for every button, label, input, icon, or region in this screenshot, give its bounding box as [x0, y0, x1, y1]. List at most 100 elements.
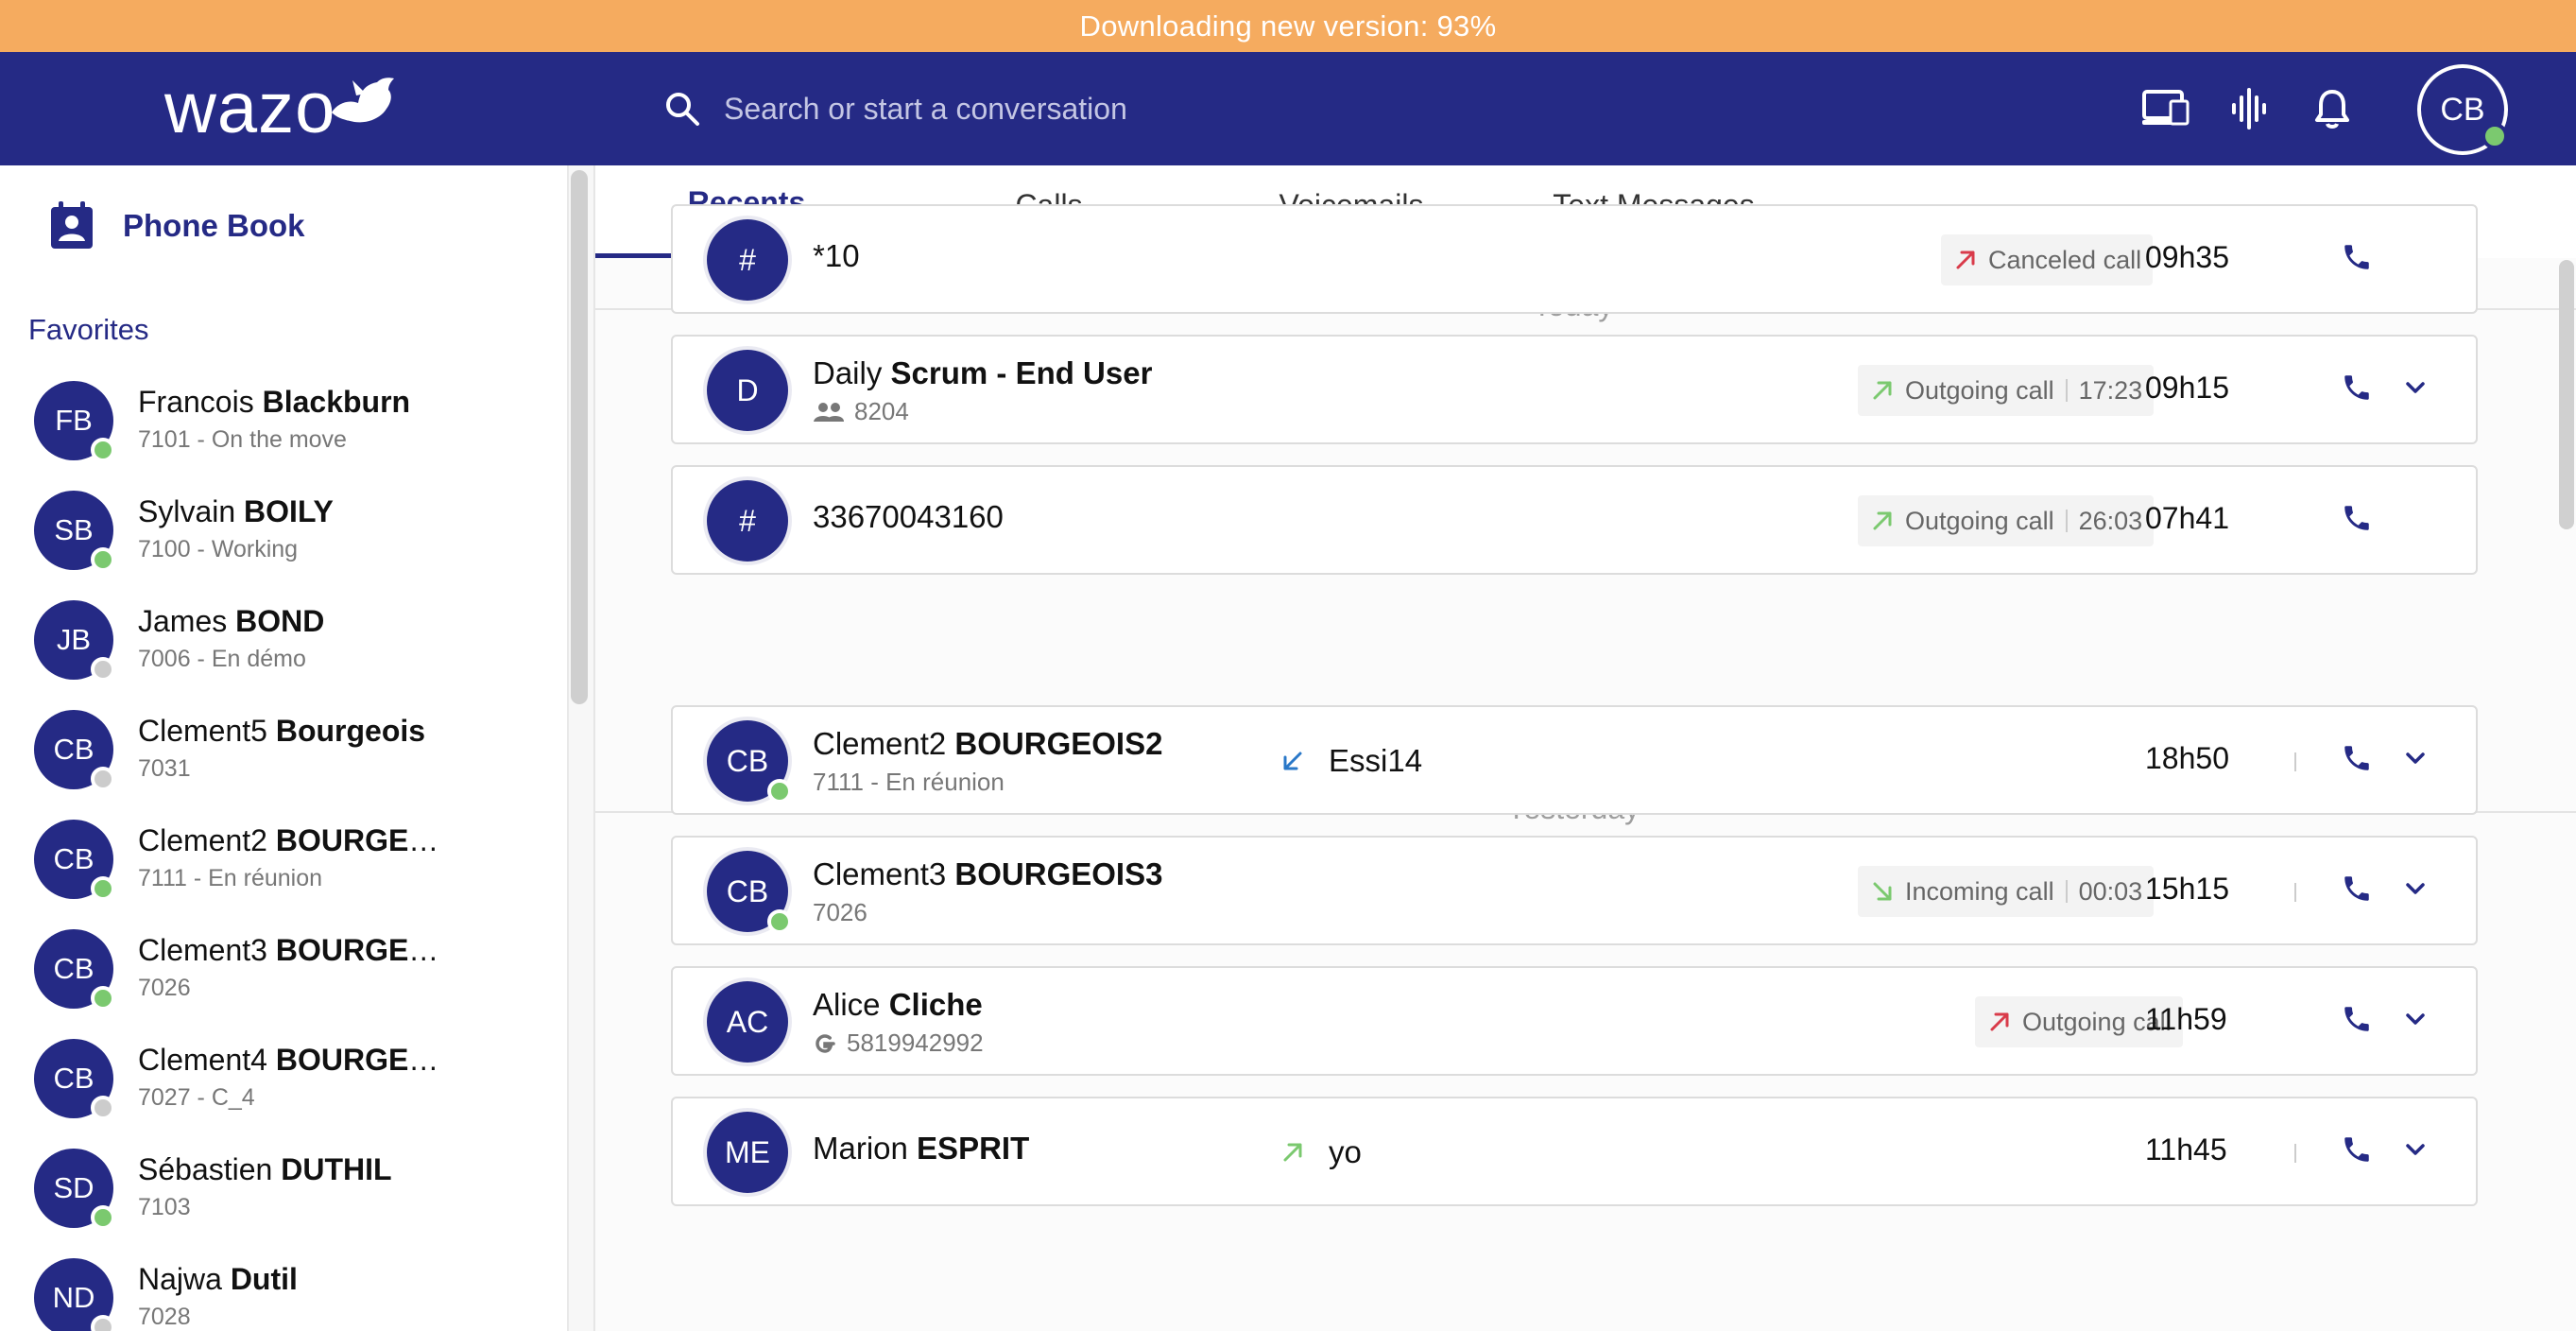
recent-call-card[interactable]: CB Clement3 BOURGEOIS3 7026 Incoming call 00…: [671, 836, 2478, 945]
contact-first-name: Clement3: [138, 933, 276, 967]
contact-extension-status: 7027 - C_4: [138, 1084, 255, 1111]
update-banner-text: Downloading new version: 93%: [1079, 9, 1497, 43]
contact-status-dot: [91, 547, 115, 572]
contact-initials: JB: [56, 623, 92, 656]
call-back-button[interactable]: [2334, 737, 2379, 783]
phone-icon: [2341, 1003, 2373, 1040]
contact-name: Sylvain BOILY: [138, 494, 334, 529]
contact-last-name: BOND: [235, 604, 325, 638]
recent-subtitle: 7026: [813, 898, 867, 927]
user-status-dot: [2482, 123, 2508, 149]
expand-button[interactable]: [2393, 998, 2438, 1044]
chevron-down-icon: [2402, 378, 2429, 402]
call-type-badge: Outgoing call 17:23: [1858, 365, 2155, 416]
recent-avatar: #: [707, 219, 788, 301]
call-arrow-icon: [1873, 511, 1892, 530]
recent-avatar-initials: CB: [726, 873, 769, 908]
wazo-logo[interactable]: wazo: [164, 69, 398, 145]
main-scrollbar-thumb[interactable]: [2559, 260, 2574, 529]
favorite-contact[interactable]: CB Clement5 Bourgeois 7031: [0, 700, 567, 810]
contact-first-name: Clement4: [138, 1043, 276, 1077]
call-back-button[interactable]: [2334, 998, 2379, 1044]
favorite-contact[interactable]: SB Sylvain BOILY 7100 - Working: [0, 481, 567, 591]
voice-waveform-icon[interactable]: [2224, 84, 2274, 133]
recent-call-card[interactable]: ME Marion ESPRIT yo 11h45: [671, 1097, 2478, 1206]
recent-subtitle-text: 8204: [854, 397, 909, 425]
expand-button[interactable]: [2393, 868, 2438, 913]
recent-contact-name: Daily Scrum - End User: [813, 355, 1152, 391]
user-avatar[interactable]: CB: [2417, 64, 2508, 155]
recent-call-card[interactable]: #33670043160 Outgoing call 26:03 07h41: [671, 465, 2478, 575]
contact-name: Clement2 BOURGEOIS2: [138, 823, 450, 858]
call-back-button[interactable]: [2334, 236, 2379, 282]
recent-avatar-initials: ME: [725, 1134, 770, 1169]
search-icon: [661, 88, 703, 130]
expand-button[interactable]: [2393, 737, 2438, 783]
search-bar[interactable]: [661, 73, 1512, 145]
recent-avatar: CB: [707, 720, 792, 804]
recent-avatar-initials: CB: [726, 743, 769, 778]
search-input[interactable]: [724, 91, 1480, 127]
recent-call-card[interactable]: D Daily Scrum - End User 8204 Outgoing call…: [671, 335, 2478, 444]
screen-share-icon[interactable]: [2141, 84, 2190, 133]
favorite-contact[interactable]: CB Clement4 BOURGEOIS4 7027 - C_4: [0, 1029, 567, 1139]
contact-initials: ND: [52, 1281, 95, 1314]
call-time: 09h35: [2145, 240, 2229, 274]
favorite-contact[interactable]: CB Clement2 BOURGEOIS2 7111 - En réunion: [0, 810, 567, 920]
recent-contact-name: Clement3 BOURGEOIS3: [813, 856, 1162, 892]
recent-subtitle-text: 7026: [813, 898, 867, 926]
call-back-button[interactable]: [2334, 497, 2379, 543]
contact-name: Francois Blackburn: [138, 385, 410, 420]
call-back-button[interactable]: [2334, 868, 2379, 913]
recent-call-card[interactable]: CB Clement2 BOURGEOIS2 7111 - En réunion Es…: [671, 705, 2478, 815]
group-icon: [814, 402, 844, 422]
update-banner: Downloading new version: 93%: [0, 0, 2576, 52]
contact-first-name: Najwa: [138, 1262, 231, 1296]
contact-status-dot: [91, 1315, 115, 1331]
sidebar-scrollbar-thumb[interactable]: [571, 170, 588, 704]
contact-last-name: BOURGEOIS4: [275, 1043, 450, 1077]
recent-subtitle: 5819942992: [813, 1028, 984, 1058]
contact-last-name: BOURGEOIS3: [275, 933, 450, 967]
contact-name: Clement3 BOURGEOIS3: [138, 933, 450, 968]
call-type-badge: Incoming call 00:03: [1858, 866, 2155, 917]
badge-separator: [2065, 379, 2068, 402]
recent-contact-name: Clement2 BOURGEOIS2: [813, 726, 1162, 762]
call-arrow-icon: [1873, 882, 1892, 901]
recent-call-card[interactable]: AC Alice Cliche 5819942992 Outgoing call 11h…: [671, 966, 2478, 1076]
contact-avatar: CB: [34, 820, 115, 901]
expand-button[interactable]: [2393, 367, 2438, 412]
call-arrow-icon: [1956, 251, 1975, 269]
call-back-button[interactable]: [2334, 1129, 2379, 1174]
message-preview-text: yo: [1329, 1134, 1362, 1169]
contact-status-dot: [91, 1096, 115, 1120]
favorite-contact[interactable]: SD Sébastien DUTHIL 7103: [0, 1139, 567, 1249]
contact-avatar: ND: [34, 1258, 115, 1331]
expand-button[interactable]: [2393, 1129, 2438, 1174]
favorite-contact[interactable]: FB Francois Blackburn 7101 - On the move: [0, 372, 567, 481]
favorite-contact[interactable]: JB James BOND 7006 - En démo: [0, 591, 567, 700]
contact-avatar: SB: [34, 491, 115, 572]
call-duration: 00:03: [2078, 876, 2143, 906]
favorite-contact[interactable]: ND Najwa Dutil 7028: [0, 1249, 567, 1331]
call-time: 11h59: [2145, 1002, 2227, 1036]
call-type-label: Outgoing call: [1905, 506, 2054, 535]
notification-bell-icon[interactable]: [2308, 84, 2357, 133]
phone-icon: [2341, 502, 2373, 539]
recent-last-name: Scrum - End User: [890, 355, 1153, 390]
recent-first-name: Marion: [813, 1131, 918, 1166]
call-arrow-icon: [1873, 381, 1892, 400]
contact-last-name: Bourgeois: [275, 714, 426, 748]
phonebook-link[interactable]: Phone Book: [49, 198, 305, 254]
call-back-button[interactable]: [2334, 367, 2379, 412]
favorite-contact[interactable]: CB Clement3 BOURGEOIS3 7026: [0, 920, 567, 1029]
recent-contact-name: *10: [813, 238, 860, 274]
contact-name: Clement4 BOURGEOIS4: [138, 1043, 450, 1078]
recent-contact-name: 33670043160: [813, 499, 1004, 535]
call-duration: 26:03: [2078, 506, 2143, 535]
call-type-badge: Canceled call: [1941, 234, 2154, 285]
contact-status-dot: [91, 438, 115, 462]
message-preview: yo: [1279, 1134, 1362, 1170]
recent-call-card[interactable]: # *10 Canceled call 09h35: [671, 204, 2478, 314]
call-type-label: Outgoing call: [1905, 375, 2054, 405]
